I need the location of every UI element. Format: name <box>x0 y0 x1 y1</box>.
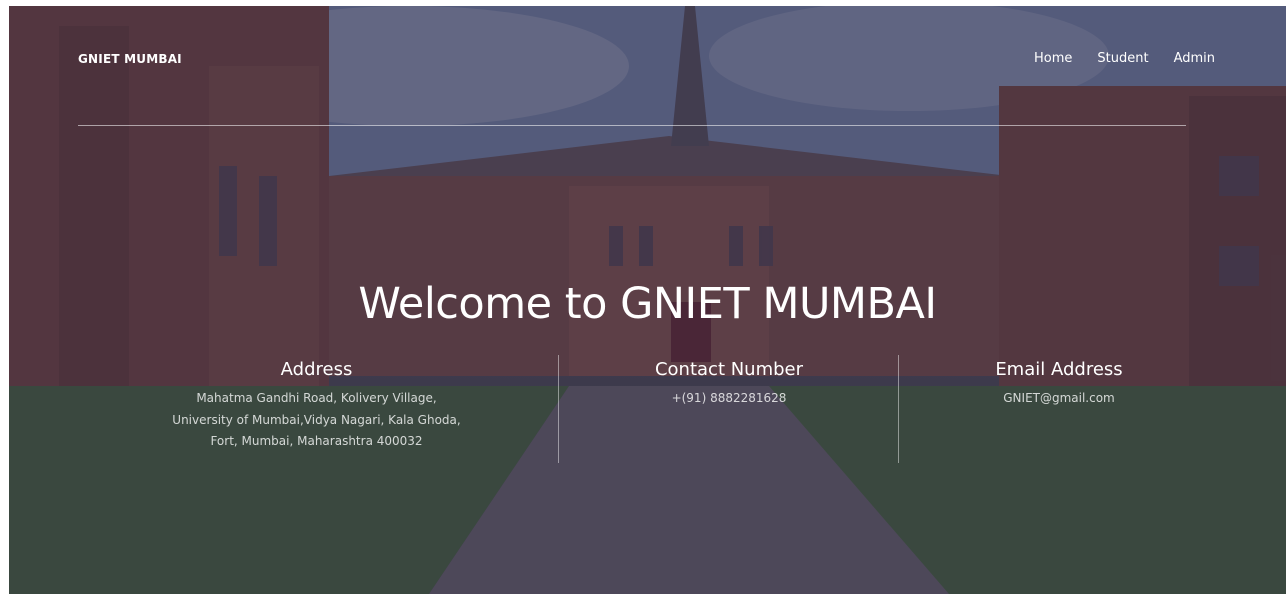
address-line: Mahatma Gandhi Road, Kolivery Village, <box>196 391 437 405</box>
nav-menu: Home Student Admin <box>1034 51 1215 66</box>
info-divider <box>558 355 559 463</box>
nav-link-admin[interactable]: Admin <box>1174 51 1215 66</box>
address-text: Mahatma Gandhi Road, Kolivery Village, U… <box>149 388 484 453</box>
brand-logo-text[interactable]: GNIET MUMBAI <box>78 52 182 66</box>
address-line: Fort, Mumbai, Maharashtra 400032 <box>210 434 423 448</box>
address-line: University of Mumbai,Vidya Nagari, Kala … <box>172 412 461 427</box>
contact-heading: Contact Number <box>654 359 804 380</box>
nav-link-student[interactable]: Student <box>1097 51 1148 66</box>
contact-section: Contact Number +(91) 8882281628 <box>579 359 879 410</box>
welcome-heading: Welcome to GNIET MUMBAI <box>358 278 937 329</box>
email-section: Email Address GNIET@gmail.com <box>909 359 1209 410</box>
info-divider <box>898 355 899 463</box>
address-heading: Address <box>280 359 353 380</box>
nav-link-home[interactable]: Home <box>1034 51 1072 66</box>
nav-divider <box>78 125 1186 126</box>
address-section: Address Mahatma Gandhi Road, Kolivery Vi… <box>149 359 484 453</box>
email-heading: Email Address <box>995 359 1123 380</box>
email-address: GNIET@gmail.com <box>1003 391 1115 405</box>
contact-number: +(91) 8882281628 <box>671 391 787 405</box>
hero-section: GNIET MUMBAI Home Student Admin Welcome … <box>9 6 1286 594</box>
